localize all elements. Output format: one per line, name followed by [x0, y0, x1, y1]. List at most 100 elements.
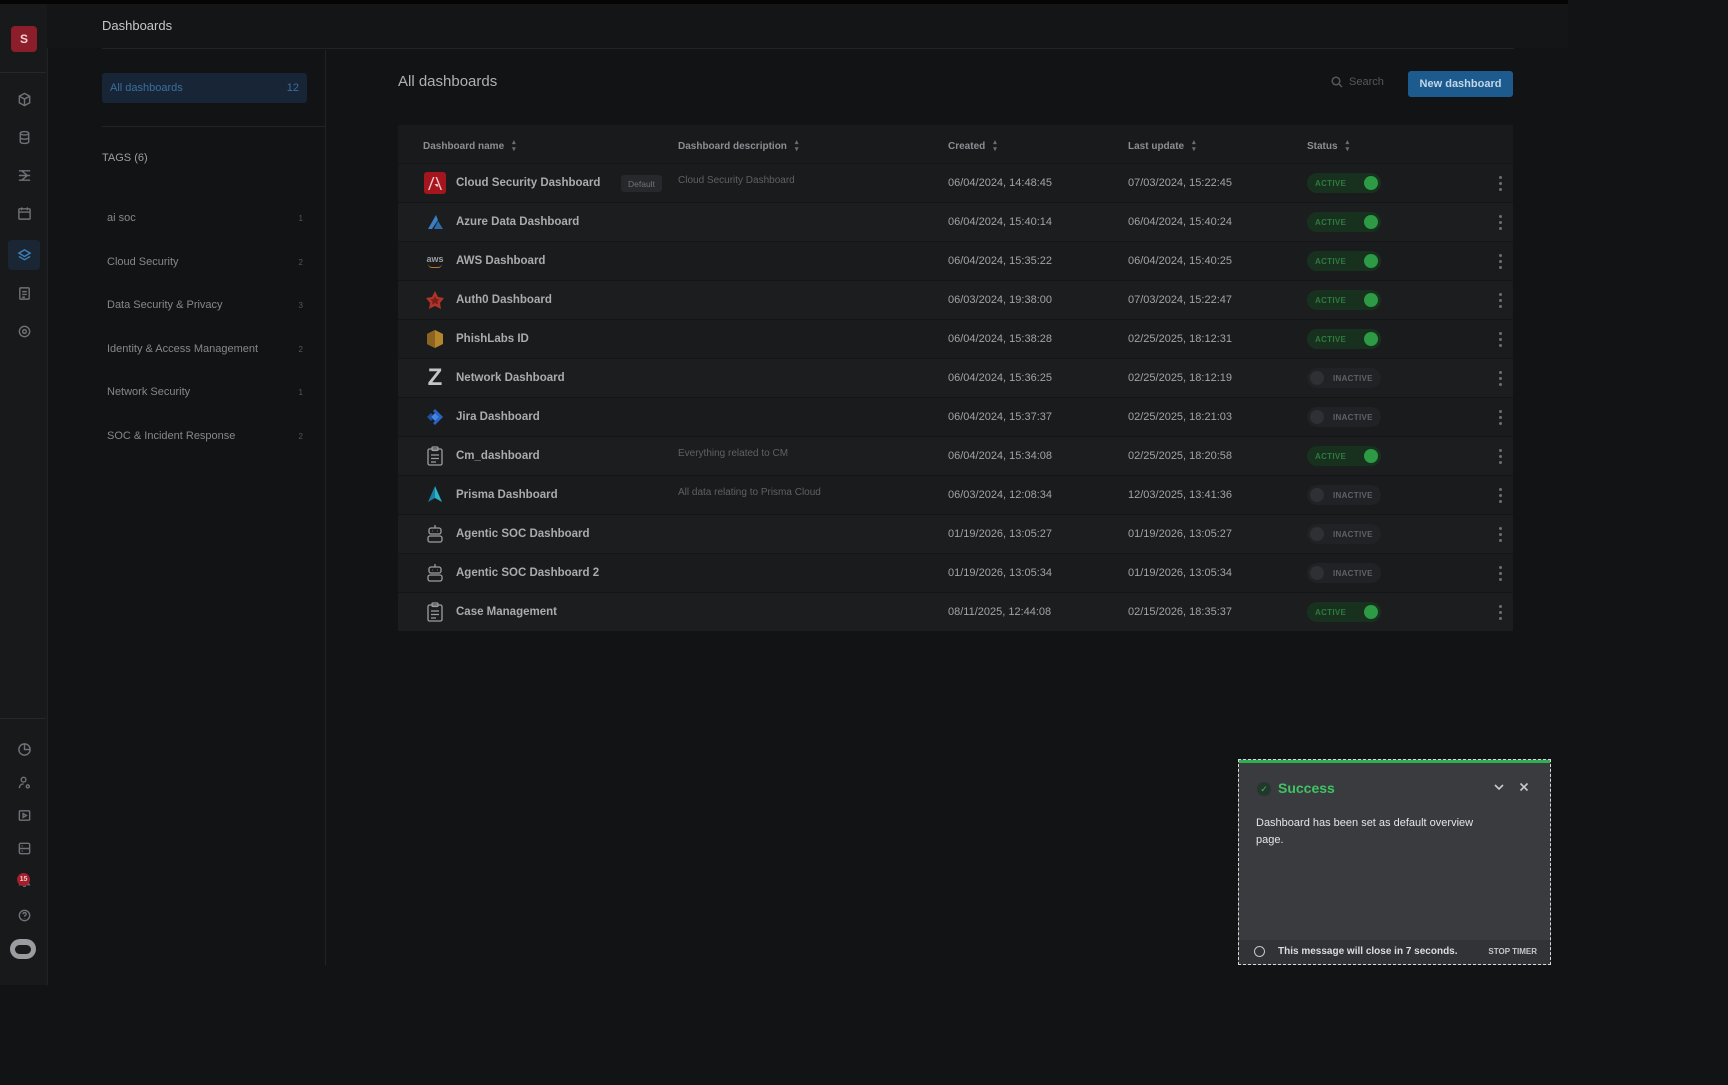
server-icon[interactable]	[12, 836, 36, 860]
status-label: INACTIVE	[1333, 530, 1373, 539]
status-toggle[interactable]: ACTIVE	[1307, 251, 1381, 271]
table-row[interactable]: PhishLabs ID 06/04/2024, 15:38:28 02/25/20…	[398, 319, 1513, 358]
tag-item[interactable]: SOC & Incident Response 2	[107, 430, 303, 442]
main-title: All dashboards	[398, 73, 498, 90]
table-row[interactable]: Jira Dashboard 06/04/2024, 15:37:37 02/25/…	[398, 397, 1513, 436]
table-row[interactable]: Prisma Dashboard All data relating to Pri…	[398, 475, 1513, 514]
status-toggle[interactable]: ACTIVE	[1307, 329, 1381, 349]
more-options-icon[interactable]	[1490, 203, 1510, 241]
col-header-status[interactable]: Status ▴ ▾	[1307, 139, 1349, 153]
cube-icon[interactable]	[12, 87, 36, 111]
header-divider	[102, 48, 1514, 49]
updated-date: 07/03/2024, 15:22:45	[1128, 177, 1232, 189]
dashboard-name[interactable]: Network Dashboard	[456, 359, 565, 397]
table-row[interactable]: Z Network Dashboard 06/04/2024, 15:36:25 02…	[398, 358, 1513, 397]
more-options-icon[interactable]	[1490, 242, 1510, 280]
stop-timer-button[interactable]: STOP TIMER	[1488, 947, 1537, 956]
dashboard-name[interactable]: Agentic SOC Dashboard 2	[456, 554, 599, 592]
dashboard-name[interactable]: Prisma Dashboard	[456, 476, 558, 514]
database-icon[interactable]	[12, 125, 36, 149]
more-options-icon[interactable]	[1490, 398, 1510, 436]
assistant-bot-icon[interactable]	[10, 939, 36, 959]
status-toggle[interactable]: INACTIVE	[1307, 485, 1381, 505]
updated-date: 01/19/2026, 13:05:27	[1128, 528, 1232, 540]
calendar-icon[interactable]	[12, 201, 36, 225]
toggle-knob	[1364, 449, 1378, 463]
toggle-knob	[1364, 605, 1378, 619]
user-avatar[interactable]: S	[11, 26, 37, 52]
tag-name: Network Security	[107, 386, 191, 398]
notifications-icon[interactable]: 15	[12, 868, 36, 892]
more-options-icon[interactable]	[1490, 281, 1510, 319]
col-header-created[interactable]: Created ▴ ▾	[948, 139, 997, 153]
more-options-icon[interactable]	[1490, 515, 1510, 553]
dashboard-name[interactable]: AWS Dashboard	[456, 242, 545, 280]
table-row[interactable]: Cloud Security Dashboard Default Cloud Sec…	[398, 163, 1513, 202]
table-row[interactable]: Cm_dashboard Everything related to CM 06/0…	[398, 436, 1513, 475]
chevron-down-icon[interactable]	[1492, 780, 1506, 794]
status-toggle[interactable]: INACTIVE	[1307, 407, 1381, 427]
status-toggle-cell: INACTIVE	[1307, 515, 1381, 553]
table-row[interactable]: Auth0 Dashboard 06/03/2024, 19:38:00 07/03…	[398, 280, 1513, 319]
settings-icon[interactable]	[12, 319, 36, 343]
status-toggle[interactable]: ACTIVE	[1307, 173, 1381, 193]
status-toggle[interactable]: INACTIVE	[1307, 563, 1381, 583]
dashboard-name[interactable]: Cm_dashboard	[456, 437, 540, 475]
more-options-icon[interactable]	[1490, 164, 1510, 202]
created-date: 06/03/2024, 19:38:00	[948, 294, 1052, 306]
tag-item[interactable]: Identity & Access Management 2	[107, 343, 303, 355]
status-toggle[interactable]: ACTIVE	[1307, 290, 1381, 310]
tag-item[interactable]: ai soc 1	[107, 212, 303, 224]
tag-item[interactable]: Cloud Security 2	[107, 256, 303, 268]
col-header-last-update[interactable]: Last update ▴ ▾	[1128, 139, 1196, 153]
more-options-icon[interactable]	[1490, 554, 1510, 592]
tag-name: Data Security & Privacy	[107, 299, 223, 311]
dashboard-name[interactable]: PhishLabs ID	[456, 320, 529, 358]
success-toast: ✓ Success Dashboard has been set as defa…	[1238, 759, 1551, 965]
dashboard-name[interactable]: Azure Data Dashboard	[456, 203, 579, 241]
col-header-description[interactable]: Dashboard description ▴ ▾	[678, 139, 798, 153]
more-options-icon[interactable]	[1490, 320, 1510, 358]
flows-icon[interactable]	[12, 163, 36, 187]
table-row[interactable]: Case Management 08/11/2025, 12:44:08 02/15…	[398, 592, 1513, 631]
status-toggle[interactable]: INACTIVE	[1307, 368, 1381, 388]
created-date: 08/11/2025, 12:44:08	[948, 606, 1052, 618]
tag-count: 2	[298, 258, 303, 267]
all-dashboards-filter[interactable]: All dashboards 12	[102, 73, 307, 103]
dashboards-table: Dashboard name ▴ ▾ Dashboard description ▴ ▾…	[398, 125, 1513, 631]
dashboard-name[interactable]: Jira Dashboard	[456, 398, 540, 436]
col-header-name[interactable]: Dashboard name ▴ ▾	[423, 139, 516, 153]
media-icon[interactable]	[12, 803, 36, 827]
status-toggle[interactable]: INACTIVE	[1307, 524, 1381, 544]
status-toggle[interactable]: ACTIVE	[1307, 602, 1381, 622]
more-options-icon[interactable]	[1490, 593, 1510, 631]
toggle-knob	[1364, 332, 1378, 346]
status-toggle[interactable]: ACTIVE	[1307, 212, 1381, 232]
more-options-icon[interactable]	[1490, 437, 1510, 475]
more-options-icon[interactable]	[1490, 359, 1510, 397]
table-row[interactable]: Agentic SOC Dashboard 01/19/2026, 13:05:2…	[398, 514, 1513, 553]
status-label: INACTIVE	[1333, 569, 1373, 578]
pie-chart-icon[interactable]	[12, 737, 36, 761]
tag-item[interactable]: Network Security 1	[107, 386, 303, 398]
timer-circle-icon	[1254, 946, 1265, 957]
tag-item[interactable]: Data Security & Privacy 3	[107, 299, 303, 311]
toast-title: Success	[1278, 780, 1335, 796]
search-input[interactable]: Search	[1331, 76, 1384, 88]
more-options-icon[interactable]	[1490, 476, 1510, 514]
new-dashboard-button[interactable]: New dashboard	[1408, 71, 1513, 97]
dashboards-layers-icon[interactable]	[8, 240, 40, 270]
help-icon[interactable]	[12, 903, 36, 927]
close-icon[interactable]	[1517, 780, 1531, 794]
dashboard-name[interactable]: Agentic SOC Dashboard	[456, 515, 590, 553]
report-icon[interactable]	[12, 281, 36, 305]
status-toggle[interactable]: ACTIVE	[1307, 446, 1381, 466]
table-row[interactable]: Azure Data Dashboard 06/04/2024, 15:40:14…	[398, 202, 1513, 241]
dashboard-name[interactable]: Case Management	[456, 593, 557, 631]
table-row[interactable]: aws AWS Dashboard 06/04/2024, 15:35:22 06/0…	[398, 241, 1513, 280]
dashboard-name[interactable]: Cloud Security Dashboard	[456, 164, 600, 202]
table-row[interactable]: Agentic SOC Dashboard 2 01/19/2026, 13:05…	[398, 553, 1513, 592]
user-settings-icon[interactable]	[12, 770, 36, 794]
toggle-knob	[1364, 293, 1378, 307]
dashboard-name[interactable]: Auth0 Dashboard	[456, 281, 552, 319]
